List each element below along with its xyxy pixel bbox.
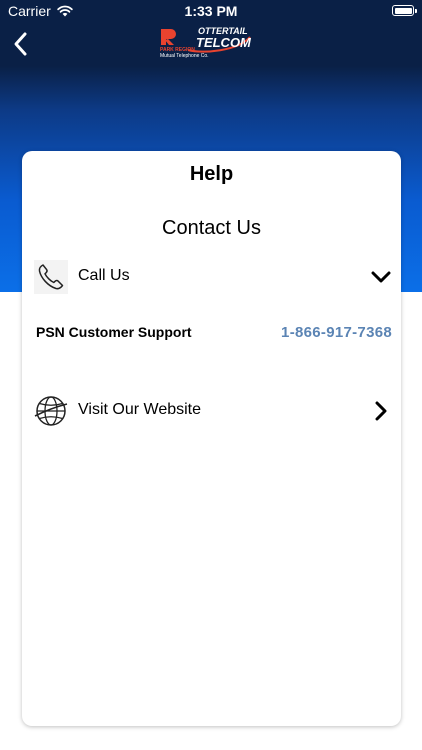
call-us-row[interactable]: Call Us [32,256,392,296]
navigation-bar: OTTERTAIL TELCOM PARK REGION Mutual Tele… [0,22,422,66]
back-button[interactable] [8,28,38,60]
chevron-left-icon [14,32,27,56]
phone-icon [34,260,68,294]
logo-telcom: TELCOM [196,35,251,50]
page-title: Help [189,163,234,185]
support-contact-row: PSN Customer Support 1-866-917-7368 [36,324,392,346]
call-us-label: Call Us [78,267,130,284]
status-time: 1:33 PM [184,3,238,19]
visit-website-label: Visit Our Website [78,401,202,418]
support-name: PSN Customer Support [36,324,192,340]
visit-website-row[interactable]: Visit Our Website [32,390,392,430]
globe-icon [34,396,68,426]
support-phone-link[interactable]: 1-866-917-7368 [281,324,392,341]
battery-icon [392,5,417,16]
help-card: Help Contact Us Call Us PSN Customer Sup… [22,151,401,726]
contact-us-heading: Contact Us [162,217,261,239]
company-logo: OTTERTAIL TELCOM PARK REGION Mutual Tele… [158,26,258,61]
status-bar: Carrier 1:33 PM [0,0,422,22]
logo-mutual-telephone: Mutual Telephone Co. [160,53,209,59]
chevron-down-icon [371,271,391,283]
chevron-right-icon [375,401,387,421]
